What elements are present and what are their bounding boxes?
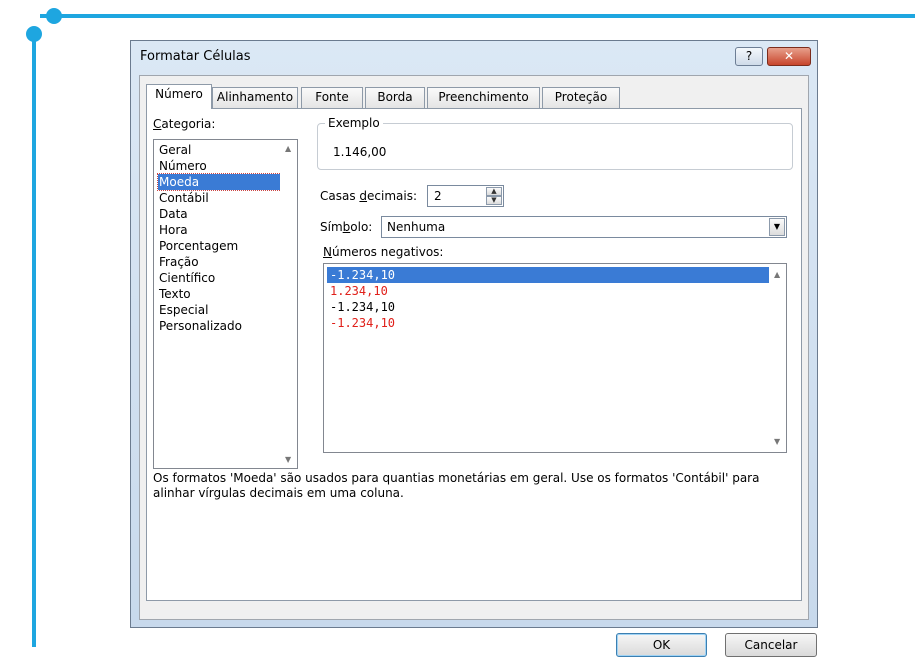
- list-item[interactable]: Fração: [158, 254, 285, 270]
- list-item[interactable]: Científico: [158, 270, 285, 286]
- list-item[interactable]: Contábil: [158, 190, 285, 206]
- list-item[interactable]: Geral: [158, 142, 285, 158]
- list-item[interactable]: Especial: [158, 302, 285, 318]
- format-cells-dialog: Formatar Células ? ✕ Número Alinhamento …: [130, 40, 818, 657]
- help-button[interactable]: ?: [735, 47, 763, 66]
- scroll-down-icon[interactable]: ▼: [285, 455, 291, 464]
- close-icon: ✕: [783, 49, 795, 63]
- scroll-down-icon[interactable]: ▼: [774, 437, 780, 446]
- list-item[interactable]: Data: [158, 206, 285, 222]
- callout-vertical-line: [32, 32, 36, 647]
- tab-fonte[interactable]: Fonte: [301, 87, 363, 108]
- list-item[interactable]: Porcentagem: [158, 238, 285, 254]
- chevron-down-icon[interactable]: ▼: [769, 218, 785, 236]
- cancel-button[interactable]: Cancelar: [725, 633, 817, 657]
- category-scrollbar[interactable]: ▲ ▼: [280, 140, 297, 468]
- list-item[interactable]: 1.234,10: [327, 283, 772, 299]
- list-item[interactable]: Hora: [158, 222, 285, 238]
- negatives-label: Números negativos:: [323, 245, 444, 259]
- decimals-value[interactable]: 2: [434, 189, 442, 203]
- negatives-scrollbar[interactable]: ▲ ▼: [769, 264, 786, 452]
- stepper-down-icon[interactable]: ▼: [486, 196, 502, 205]
- list-item-selected[interactable]: -1.234,10: [327, 267, 772, 283]
- example-group: [317, 123, 793, 170]
- close-button[interactable]: ✕: [767, 47, 811, 66]
- callout-dot: [26, 26, 42, 42]
- category-list[interactable]: Geral Número Moeda Contábil Data Hora Po…: [153, 139, 298, 469]
- list-item[interactable]: Número: [158, 158, 285, 174]
- scroll-up-icon[interactable]: ▲: [774, 270, 780, 279]
- ok-button[interactable]: OK: [616, 633, 707, 657]
- dialog-title: Formatar Células: [140, 49, 251, 64]
- list-item[interactable]: Texto: [158, 286, 285, 302]
- stepper-buttons: ▲ ▼: [486, 187, 502, 205]
- list-item[interactable]: -1.234,10: [327, 299, 772, 315]
- tab-borda[interactable]: Borda: [365, 87, 425, 108]
- example-title: Exemplo: [325, 116, 383, 130]
- tab-preenchimento[interactable]: Preenchimento: [427, 87, 540, 108]
- list-item[interactable]: -1.234,10: [327, 315, 772, 331]
- tab-numero[interactable]: Número: [146, 84, 212, 109]
- callout-dot: [46, 8, 62, 24]
- format-description: Os formatos 'Moeda' são usados para quan…: [153, 471, 760, 500]
- dialog-body: Número Alinhamento Fonte Borda Preenchim…: [139, 75, 817, 657]
- tab-panel-numero: Categoria: Geral Número Moeda Contábil D…: [146, 108, 802, 601]
- negative-numbers-list[interactable]: -1.234,10 1.234,10 -1.234,10 -1.234,10 ▲…: [323, 263, 787, 453]
- example-value: 1.146,00: [333, 145, 387, 159]
- list-item[interactable]: Personalizado: [158, 318, 285, 334]
- list-item-selected[interactable]: Moeda: [157, 173, 286, 191]
- symbol-value: Nenhuma: [387, 220, 446, 234]
- symbol-select[interactable]: Nenhuma ▼: [381, 216, 787, 238]
- tab-alinhamento[interactable]: Alinhamento: [212, 87, 298, 108]
- symbol-label: Símbolo:: [320, 220, 373, 234]
- title-bar[interactable]: Formatar Células ? ✕: [131, 41, 817, 75]
- callout-horizontal-line: [40, 14, 915, 18]
- stepper-up-icon[interactable]: ▲: [486, 187, 502, 196]
- help-icon: ?: [745, 49, 753, 63]
- category-label: Categoria:: [153, 117, 216, 131]
- decimals-label: Casas decimais:: [320, 189, 418, 203]
- tab-protecao[interactable]: Proteção: [542, 87, 620, 108]
- scroll-up-icon[interactable]: ▲: [285, 144, 291, 153]
- decimals-stepper[interactable]: 2 ▲ ▼: [427, 185, 504, 207]
